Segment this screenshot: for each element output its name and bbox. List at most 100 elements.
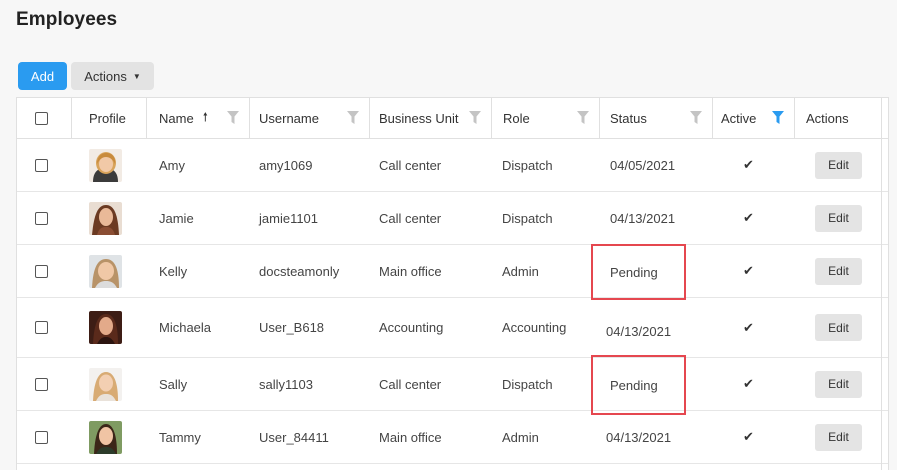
username-cell: docsteamonly [259,263,340,279]
actions-dropdown-button[interactable]: Actions ▼ [71,62,154,90]
active-check-icon: ✔ [743,429,754,444]
row-select-cell [35,358,48,410]
edit-button[interactable]: Edit [815,204,862,232]
table-row[interactable]: Tammy User_84411 Main office Admin 04/13… [17,411,888,464]
edit-cell: Edit [815,192,862,244]
status-cell-highlighted: Pending [591,244,686,300]
caret-down-icon: ▼ [132,71,141,81]
profile-cell [89,192,122,244]
name-cell: Amy [159,157,185,173]
table-row[interactable]: Michaela User_B618 Accounting Accounting… [17,298,888,358]
edit-button[interactable]: Edit [815,423,862,451]
employees-grid: Profile Name 🠕 Username Business Unit Ro… [16,97,889,470]
status-cell-highlighted: Pending [591,355,686,415]
avatar [89,420,122,454]
row-select-cell [35,192,48,244]
filter-icon[interactable] [227,111,239,127]
edit-cell: Edit [815,298,862,357]
row-select-cell [35,139,48,191]
profile-cell [89,358,122,410]
status-pending-text: Pending [610,377,658,393]
edit-button[interactable]: Edit [815,314,862,341]
header-profile-label: Profile [89,110,126,126]
grid-header: Profile Name 🠕 Username Business Unit Ro… [17,98,888,139]
header-actions-label: Actions [806,110,849,126]
active-check-icon: ✔ [743,157,754,172]
avatar [89,254,122,288]
active-check-icon: ✔ [743,263,754,278]
row-select-cell [35,298,48,357]
edit-cell: Edit [815,245,862,297]
name-cell: Tammy [159,429,201,445]
business-unit-cell: Accounting [379,320,444,335]
select-all-checkbox[interactable] [35,111,48,125]
table-row[interactable]: Jamie jamie1101 Call center Dispatch 04/… [17,192,888,245]
business-unit-cell: Main office [379,263,442,279]
header-select-all-cell [17,98,72,138]
name-cell: Michaela [159,320,212,335]
active-check-icon: ✔ [743,376,754,391]
table-row[interactable]: Sally sally1103 Call center Dispatch Pen… [17,355,888,415]
filter-icon[interactable] [469,111,481,127]
row-select-cell [35,411,48,463]
username-cell: sally1103 [259,376,313,392]
role-cell: Accounting [502,320,567,335]
header-name-label: Name [159,110,194,126]
header-business-unit-label: Business Unit [379,110,459,126]
add-button-label: Add [30,68,55,84]
business-unit-cell: Call center [379,210,442,226]
profile-cell [89,139,122,191]
filter-icon[interactable] [347,111,359,127]
active-check-icon: ✔ [743,210,754,225]
row-checkbox[interactable] [35,211,48,225]
row-checkbox[interactable] [35,321,48,334]
row-select-cell [35,245,48,297]
business-unit-cell: Call center [379,376,442,392]
row-checkbox[interactable] [35,430,48,444]
edit-button[interactable]: Edit [815,151,862,179]
role-cell: Dispatch [502,376,553,392]
table-row[interactable]: Amy amy1069 Call center Dispatch 04/05/2… [17,139,888,192]
avatar [89,367,122,401]
edit-button[interactable]: Edit [815,370,862,398]
status-cell: 04/05/2021 [610,157,676,173]
header-business-unit[interactable]: Business Unit [370,98,492,138]
filter-icon[interactable] [577,111,589,127]
sort-ascending-icon: 🠕 [202,109,208,124]
header-active[interactable]: Active [713,98,795,138]
header-role[interactable]: Role [492,98,600,138]
header-username[interactable]: Username [250,98,370,138]
edit-cell: Edit [815,358,862,410]
filter-icon[interactable] [690,111,702,127]
username-cell: jamie1101 [259,210,319,226]
header-name[interactable]: Name 🠕 [147,98,250,138]
header-status[interactable]: Status [600,98,713,138]
header-active-label: Active [721,110,757,126]
username-cell: User_B618 [259,320,325,335]
profile-cell [89,245,122,297]
header-profile: Profile [72,98,147,138]
row-checkbox[interactable] [35,158,48,172]
role-cell: Admin [502,263,539,279]
name-cell: Jamie [159,210,194,226]
row-checkbox[interactable] [35,377,48,391]
header-username-label: Username [259,110,319,126]
header-role-label: Role [503,110,530,126]
role-cell: Dispatch [502,157,553,173]
name-cell: Sally [159,376,188,392]
name-cell: Kelly [159,263,188,279]
table-row[interactable]: Kelly docsteamonly Main office Admin Pen… [17,244,888,300]
profile-cell [89,411,122,463]
avatar [89,311,122,344]
add-button[interactable]: Add [18,62,67,90]
business-unit-cell: Call center [379,157,442,173]
edit-button[interactable]: Edit [815,257,862,285]
actions-button-label: Actions [84,68,127,84]
status-cell: 04/13/2021 [606,429,672,445]
edit-cell: Edit [815,139,862,191]
edit-cell: Edit [815,411,862,463]
row-checkbox[interactable] [35,264,48,278]
profile-cell [89,298,122,357]
filter-active-icon[interactable] [772,111,784,127]
header-actions: Actions [795,98,882,138]
